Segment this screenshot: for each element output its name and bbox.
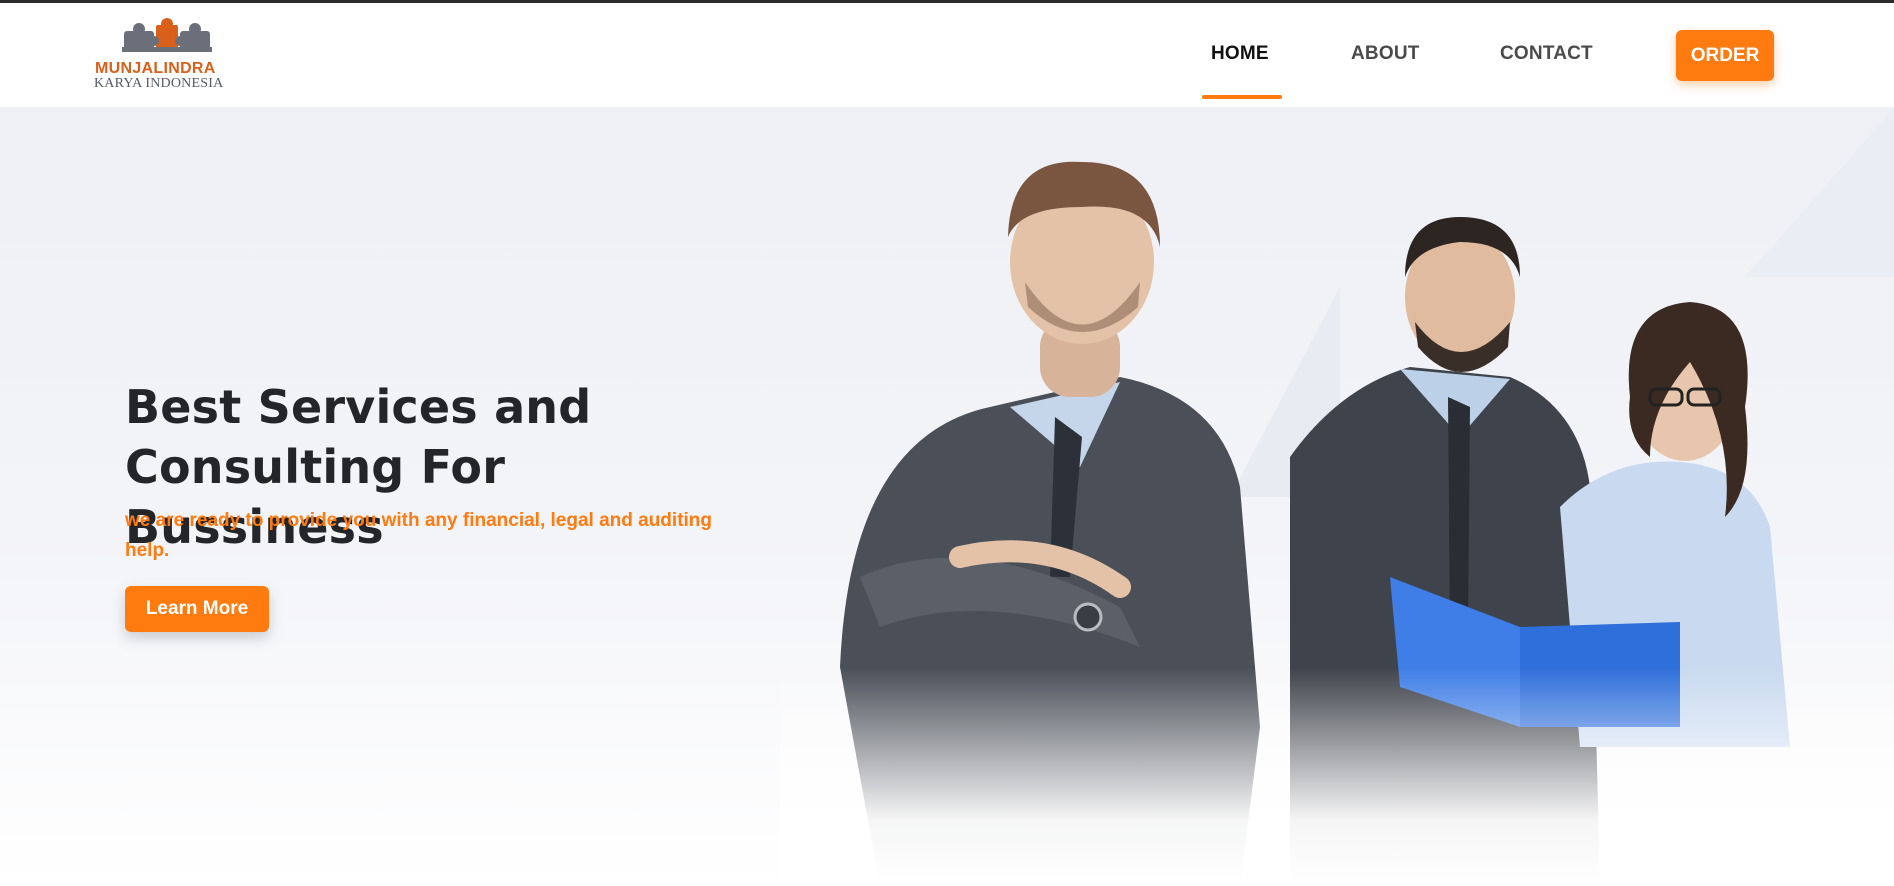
nav-about[interactable]: ABOUT — [1351, 43, 1420, 65]
brand-subname: KARYA INDONESIA — [94, 76, 224, 91]
learn-more-button[interactable]: Learn More — [125, 586, 269, 632]
hero-subtitle: we are ready to provide you with any fin… — [125, 510, 713, 561]
order-button[interactable]: ORDER — [1676, 30, 1774, 81]
hero-section: Best Services and Consulting For Bussine… — [0, 107, 1894, 886]
hero-title-line1: Best Services and — [125, 380, 592, 434]
brand-logo[interactable]: MUNJALINDRA KARYA INDONESIA — [94, 17, 244, 93]
puzzle-logo-icon — [122, 18, 212, 52]
nav-contact[interactable]: CONTACT — [1500, 43, 1593, 65]
nav-home[interactable]: HOME — [1211, 43, 1269, 65]
site-header: MUNJALINDRA KARYA INDONESIA HOME ABOUT C… — [0, 3, 1894, 107]
photo-fade-overlay — [780, 667, 1894, 886]
active-nav-indicator — [1202, 95, 1282, 99]
